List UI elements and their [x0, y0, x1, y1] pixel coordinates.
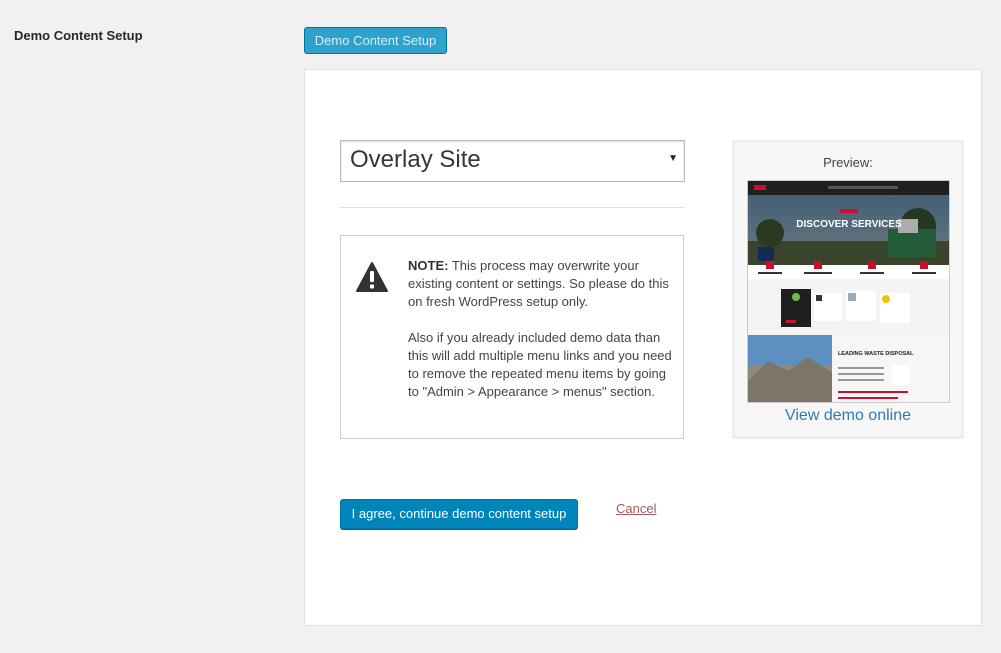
preview-title: Preview: [823, 155, 873, 170]
divider [340, 207, 684, 208]
cancel-link[interactable]: Cancel [616, 501, 656, 516]
demo-site-select-value: Overlay Site [350, 146, 481, 173]
preview-box: Preview: DISCOVER SERVICES LEADING WASTE… [732, 140, 964, 439]
note-text: NOTE: This process may overwrite your ex… [408, 257, 673, 401]
preview-section-text: LEADING WASTE DISPOSAL [838, 351, 914, 357]
preview-thumbnail[interactable]: DISCOVER SERVICES LEADING WASTE DISPOSAL [747, 180, 950, 403]
chevron-down-icon: ▼ [668, 153, 678, 164]
demo-content-setup-button[interactable]: Demo Content Setup [304, 27, 447, 54]
agree-continue-button[interactable]: I agree, continue demo content setup [340, 499, 578, 529]
note-box: NOTE: This process may overwrite your ex… [340, 235, 684, 439]
row-label: Demo Content Setup [14, 28, 143, 43]
preview-screenshot: DISCOVER SERVICES LEADING WASTE DISPOSAL [748, 181, 949, 402]
note-paragraph-1: This process may overwrite your existing… [408, 258, 669, 309]
note-label: NOTE: [408, 258, 449, 273]
warning-icon [356, 262, 388, 292]
view-demo-online-link[interactable]: View demo online [735, 407, 961, 425]
demo-site-select[interactable]: Overlay Site ▼ [340, 140, 685, 182]
demo-setup-panel: Overlay Site ▼ NOTE: This process may ov… [304, 69, 982, 626]
preview-hero-text: DISCOVER SERVICES [796, 219, 902, 230]
note-paragraph-2: Also if you already included demo data t… [408, 330, 672, 399]
